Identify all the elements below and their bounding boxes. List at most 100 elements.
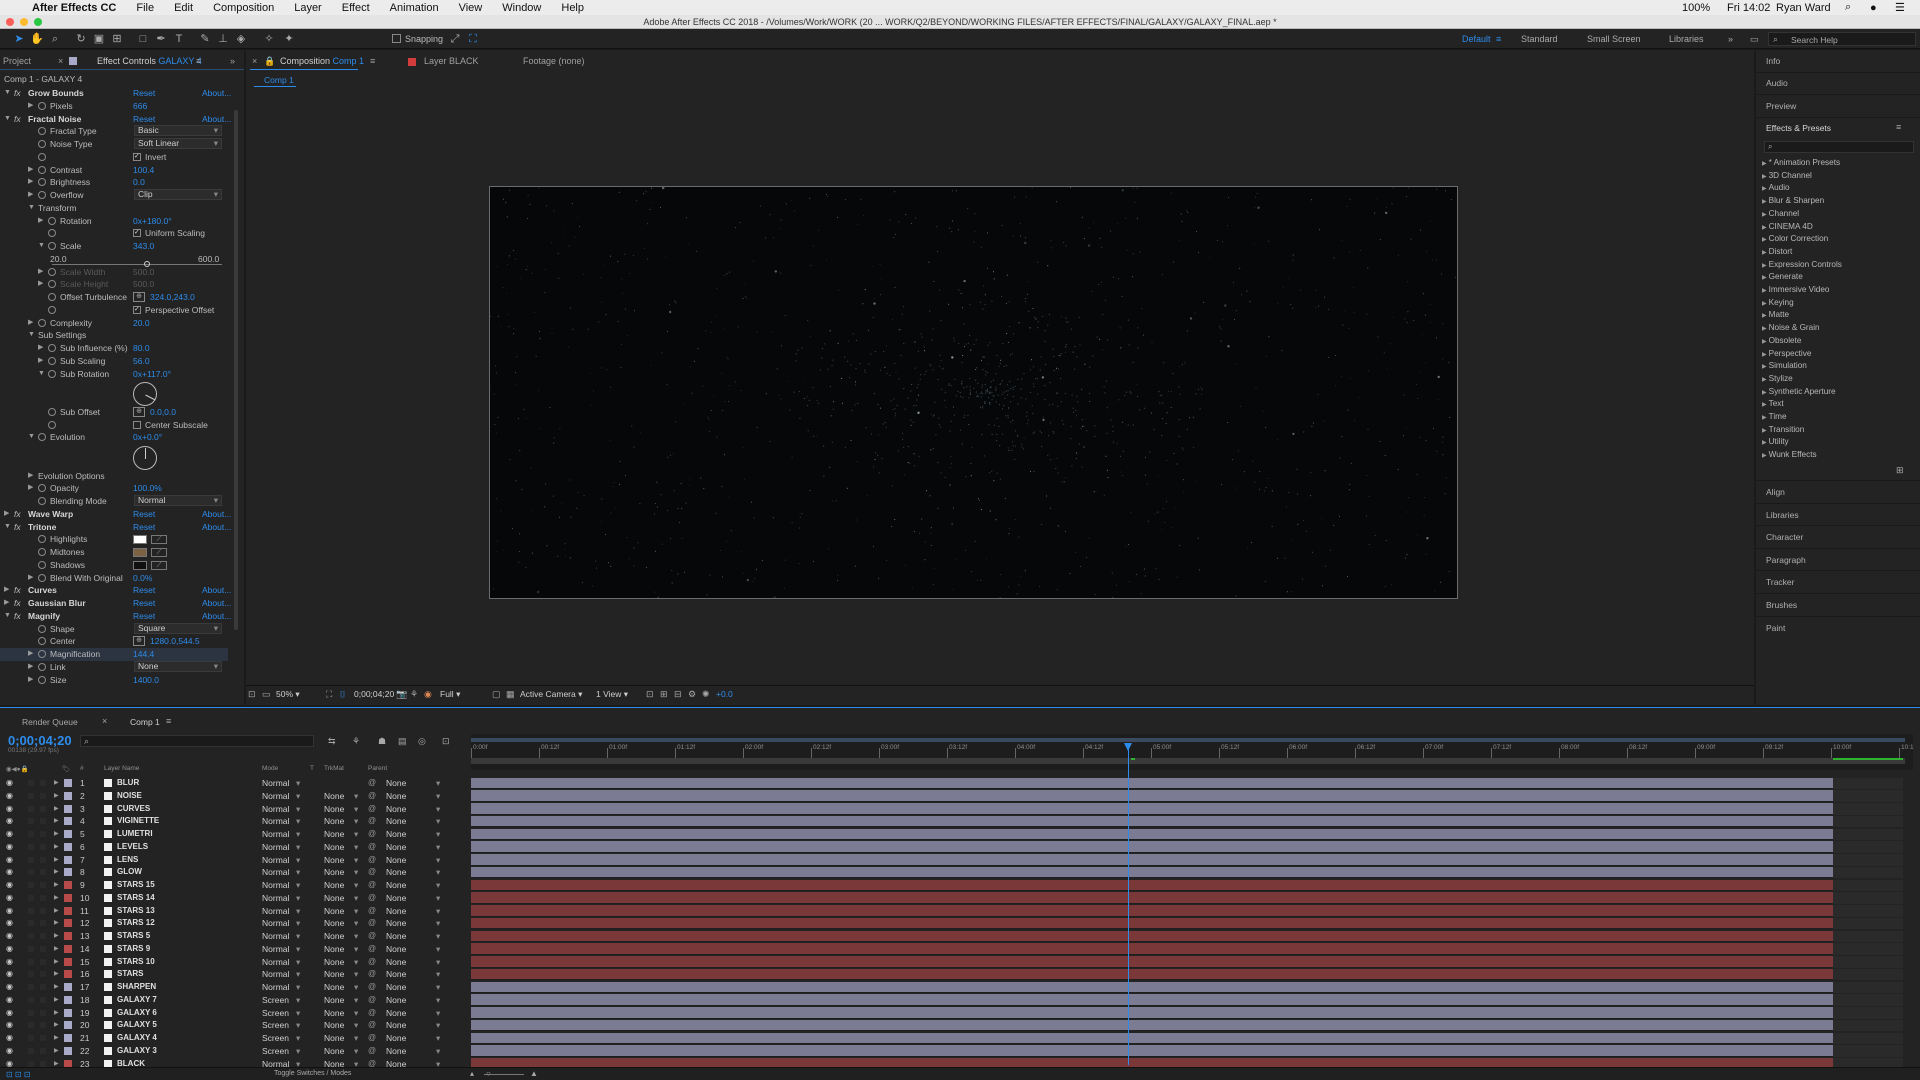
panel-tracker[interactable]: Tracker [1766,577,1795,587]
disclosure-triangle-icon[interactable]: ▶ [54,968,59,980]
property-value[interactable]: 1400.0 [133,674,159,686]
fx-row[interactable]: Offset Turbulence ⊕ 324.0,243.0 [0,291,228,304]
parent-dropdown[interactable]: None ▾ [386,1007,446,1019]
panel-preview[interactable]: Preview [1766,101,1796,111]
disclosure-triangle-icon[interactable]: ▼ [4,113,11,125]
label-color-swatch[interactable] [64,791,72,800]
label-color-swatch[interactable] [64,1008,72,1017]
pick-whip-icon[interactable]: @ [368,828,376,840]
visibility-eye-icon[interactable]: ◉ [6,803,13,815]
pick-whip-icon[interactable]: @ [368,1032,376,1044]
solo-switch[interactable] [28,958,34,965]
color-swatch[interactable] [133,535,147,545]
pick-whip-icon[interactable]: @ [368,1045,376,1057]
about-button[interactable]: About... [202,584,231,596]
comp-lock-icon[interactable]: 🔒 [264,54,275,69]
table-row[interactable]: ◉ ▶ 3 CURVES Normal ▾ None ▾ @ None ▾ [0,803,470,816]
disclosure-triangle-icon[interactable]: ▶ [4,508,9,520]
crosshair-icon[interactable]: ⊕ [133,636,145,647]
lock-switch[interactable] [40,843,46,850]
layer-mode-dropdown[interactable]: Screen ▾ [262,1007,302,1019]
table-row[interactable]: ◉ ▶ 19 GALAXY 6 Screen ▾ None ▾ @ None ▾ [0,1007,470,1020]
pick-whip-icon[interactable]: @ [368,994,376,1006]
table-row[interactable]: ◉ ▶ 12 STARS 12 Normal ▾ None ▾ @ None ▾ [0,917,470,930]
fx-row[interactable]: ▶ Brightness 0.0 [0,176,228,189]
fx-row[interactable]: ▶ Blend With Original 0.0% [0,572,228,585]
property-value[interactable]: 144.4 [133,648,154,660]
menu-file[interactable]: File [136,2,154,14]
fx-row[interactable]: ▶ Size 1400.0 [0,674,228,687]
visibility-eye-icon[interactable]: ◉ [6,790,13,802]
disclosure-triangle-icon[interactable]: ▶ [54,1007,59,1019]
label-color-swatch[interactable] [64,842,72,851]
table-row[interactable]: ◉ ▶ 17 SHARPEN Normal ▾ None ▾ @ None ▾ [0,981,470,994]
layer-duration-bar[interactable] [471,1032,1903,1044]
col-layer-name[interactable]: Layer Name [104,765,139,772]
fx-row[interactable]: ▶ Opacity 100.0% [0,482,228,495]
fx-row[interactable]: ▶ fx Curves Reset About... [0,584,231,597]
layer-duration-bar[interactable] [471,956,1903,968]
fx-row[interactable]: ▶ fx Wave Warp Reset About... [0,508,231,521]
label-color-swatch[interactable] [64,906,72,915]
layer-mode-dropdown[interactable]: Normal ▾ [262,968,302,980]
label-color-swatch[interactable] [64,970,72,979]
color-swatch[interactable] [133,548,147,557]
exposure-value[interactable]: +0.0 [716,689,733,699]
preview-icon[interactable]: ⊡ [248,689,256,700]
fx-row[interactable]: ▼ fx Fractal Noise Reset About... [0,113,231,126]
parent-dropdown[interactable]: None ▾ [386,943,446,955]
lock-switch[interactable] [40,1035,46,1041]
stopwatch-icon[interactable] [38,140,46,148]
tab-layer[interactable]: Layer BLACK [424,54,479,69]
close-tab-icon[interactable]: × [58,54,63,69]
label-color-swatch[interactable] [64,1046,72,1055]
layer-name[interactable]: CURVES [117,803,150,815]
camera-tool-icon[interactable]: ▣ [92,32,106,46]
layer-name[interactable]: STARS 12 [117,917,155,929]
layer-duration-bar[interactable] [471,943,1903,955]
disclosure-triangle-icon[interactable]: ▼ [38,240,45,252]
label-color-swatch[interactable] [64,944,72,953]
pick-whip-icon[interactable]: @ [368,879,376,891]
effects-category[interactable]: ▶ Stylize [1762,374,1793,383]
reset-button[interactable]: Reset [133,521,155,533]
parent-dropdown[interactable]: None ▾ [386,994,446,1006]
property-value[interactable]: 0x+117.0° [133,368,171,380]
stopwatch-icon[interactable] [38,637,46,646]
solo-switch[interactable] [28,831,34,837]
monitor-icon[interactable]: ▭ [262,689,271,700]
property-value[interactable]: 100.0% [133,482,162,494]
solo-switch[interactable] [28,894,34,901]
disclosure-triangle-icon[interactable]: ▶ [54,790,59,802]
about-button[interactable]: About... [202,521,231,533]
property-value[interactable]: 0.0 [133,176,145,188]
trkmat-dropdown[interactable]: None ▾ [324,1007,362,1019]
pick-whip-icon[interactable]: @ [368,790,376,802]
rotate-tool-icon[interactable]: ↻ [74,32,88,46]
effects-category[interactable]: ▶ Simulation [1762,361,1807,370]
layer-name[interactable]: GALAXY 7 [117,994,157,1006]
parent-dropdown[interactable]: None ▾ [386,815,446,827]
label-color-swatch[interactable] [64,830,72,838]
layer-name[interactable]: LUMETRI [117,828,153,840]
fx-row[interactable]: ▶ Overflow Clip [0,189,228,202]
effects-category[interactable]: ▶ Channel [1762,209,1799,218]
zoom-in-icon[interactable]: ▲ [530,1069,538,1078]
layer-duration-bar[interactable] [471,841,1903,853]
fx-row[interactable]: ▼ Transform [0,202,228,215]
visibility-eye-icon[interactable]: ◉ [6,981,13,993]
label-color-swatch[interactable] [64,957,72,966]
property-value[interactable]: 56.0 [133,355,150,367]
tab-footage[interactable]: Footage (none) [523,54,585,69]
trkmat-dropdown[interactable]: None ▾ [324,994,362,1006]
visibility-eye-icon[interactable]: ◉ [6,968,13,980]
effects-category[interactable]: ▶ Immersive Video [1762,285,1829,294]
solo-switch[interactable] [28,1047,34,1054]
tab-composition[interactable]: Composition Comp 1 [280,54,364,69]
fx-row[interactable]: ▼ fx Grow Bounds Reset About... [0,87,231,100]
fx-row[interactable]: ▶ Sub Influence (%) 80.0 [0,342,228,355]
trkmat-dropdown[interactable]: None ▾ [324,854,362,866]
layer-mode-dropdown[interactable]: Normal ▾ [262,841,302,853]
menu-effect[interactable]: Effect [342,2,370,14]
disclosure-triangle-icon[interactable]: ▶ [54,803,59,815]
